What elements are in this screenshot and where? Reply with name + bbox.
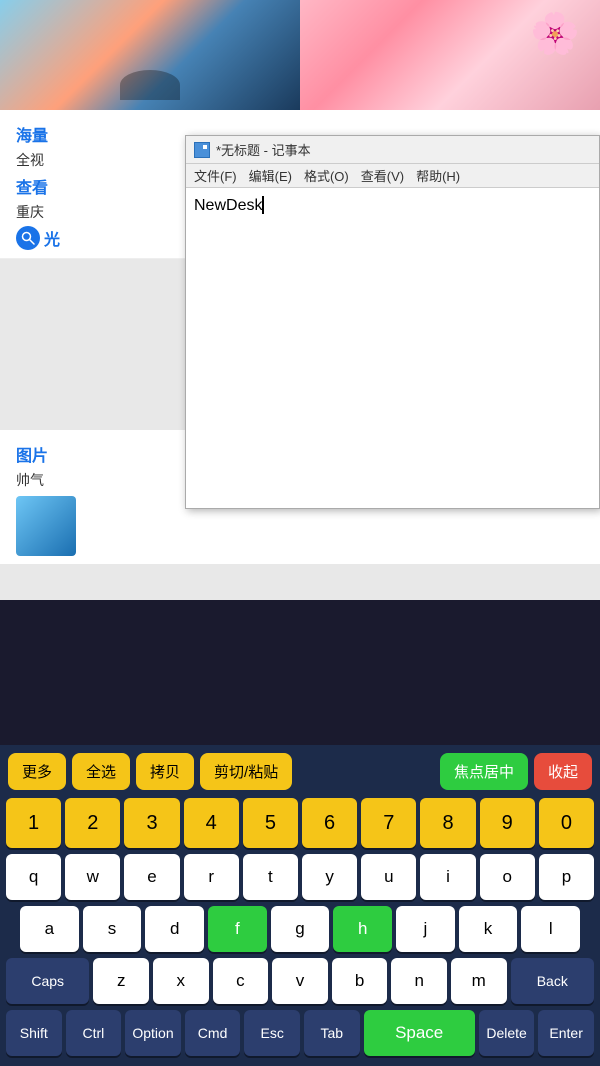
key-0[interactable]: 0: [539, 798, 594, 848]
key-a[interactable]: a: [20, 906, 79, 952]
notepad-app-icon: [194, 142, 210, 158]
key-tab[interactable]: Tab: [304, 1010, 360, 1056]
key-o[interactable]: o: [480, 854, 535, 900]
keyboard: 更多 全选 拷贝 剪切/粘贴 粘 焦点居中 收起 1 2 3 4 5 6 7 8…: [0, 745, 600, 1066]
notepad-text: NewDesk: [194, 197, 262, 214]
toolbar-select-all-button[interactable]: 全选: [72, 753, 130, 790]
key-d[interactable]: d: [145, 906, 204, 952]
search-icon: [16, 226, 40, 250]
key-3[interactable]: 3: [124, 798, 179, 848]
notepad-window: *无标题 - 记事本 文件(F) 编辑(E) 格式(O) 查看(V) 帮助(H)…: [185, 135, 600, 509]
notepad-titlebar: *无标题 - 记事本: [186, 136, 599, 164]
image-right: [300, 0, 600, 110]
key-caps[interactable]: Caps: [6, 958, 89, 1004]
key-w[interactable]: w: [65, 854, 120, 900]
key-x[interactable]: x: [153, 958, 209, 1004]
key-h[interactable]: h: [333, 906, 392, 952]
key-e[interactable]: e: [124, 854, 179, 900]
notepad-menubar: 文件(F) 编辑(E) 格式(O) 查看(V) 帮助(H): [186, 164, 599, 188]
menu-format[interactable]: 格式(O): [304, 166, 349, 185]
key-b[interactable]: b: [332, 958, 388, 1004]
key-ctrl[interactable]: Ctrl: [66, 1010, 122, 1056]
key-5[interactable]: 5: [243, 798, 298, 848]
text-cursor: [262, 196, 264, 214]
key-m[interactable]: m: [451, 958, 507, 1004]
key-6[interactable]: 6: [302, 798, 357, 848]
key-7[interactable]: 7: [361, 798, 416, 848]
toolbar-row: 更多 全选 拷贝 剪切/粘贴 粘 焦点居中 收起: [4, 753, 596, 790]
key-z[interactable]: z: [93, 958, 149, 1004]
toolbar-cut-paste-button[interactable]: 剪切/粘贴: [200, 753, 292, 790]
notepad-content[interactable]: NewDesk: [186, 188, 599, 508]
key-l[interactable]: l: [521, 906, 580, 952]
key-u[interactable]: u: [361, 854, 416, 900]
key-y[interactable]: y: [302, 854, 357, 900]
key-delete[interactable]: Delete: [479, 1010, 535, 1056]
key-4[interactable]: 4: [184, 798, 239, 848]
key-row-3: Caps z x c v b n m Back: [4, 958, 596, 1004]
key-n[interactable]: n: [391, 958, 447, 1004]
key-1[interactable]: 1: [6, 798, 61, 848]
number-row: 1 2 3 4 5 6 7 8 9 0: [4, 798, 596, 848]
key-8[interactable]: 8: [420, 798, 475, 848]
thumbnail: [16, 496, 76, 556]
image-strip: [0, 0, 600, 110]
key-k[interactable]: k: [459, 906, 518, 952]
key-row-bottom: Shift Ctrl Option Cmd Esc Tab Space Dele…: [4, 1010, 596, 1056]
key-v[interactable]: v: [272, 958, 328, 1004]
key-row-2: a s d f g h j k l: [4, 906, 596, 952]
toolbar-more-button[interactable]: 更多: [8, 753, 66, 790]
menu-view[interactable]: 查看(V): [361, 166, 404, 185]
key-p[interactable]: p: [539, 854, 594, 900]
key-esc[interactable]: Esc: [244, 1010, 300, 1056]
toolbar-dismiss-button[interactable]: 收起: [534, 753, 592, 790]
key-2[interactable]: 2: [65, 798, 120, 848]
web-search-label[interactable]: 光: [44, 226, 60, 250]
menu-file[interactable]: 文件(F): [194, 166, 237, 185]
key-q[interactable]: q: [6, 854, 61, 900]
key-c[interactable]: c: [213, 958, 269, 1004]
toolbar-focus-button[interactable]: 焦点居中: [440, 753, 528, 790]
key-shift[interactable]: Shift: [6, 1010, 62, 1056]
key-option[interactable]: Option: [125, 1010, 181, 1056]
menu-help[interactable]: 帮助(H): [416, 166, 460, 185]
image-left: [0, 0, 300, 110]
key-space[interactable]: Space: [364, 1010, 475, 1056]
key-back[interactable]: Back: [511, 958, 594, 1004]
key-enter[interactable]: Enter: [538, 1010, 594, 1056]
key-j[interactable]: j: [396, 906, 455, 952]
key-r[interactable]: r: [184, 854, 239, 900]
key-s[interactable]: s: [83, 906, 142, 952]
key-cmd[interactable]: Cmd: [185, 1010, 241, 1056]
key-g[interactable]: g: [271, 906, 330, 952]
key-t[interactable]: t: [243, 854, 298, 900]
menu-edit[interactable]: 编辑(E): [249, 166, 292, 185]
notepad-title: *无标题 - 记事本: [216, 140, 591, 159]
toolbar-copy-button[interactable]: 拷贝: [136, 753, 194, 790]
key-9[interactable]: 9: [480, 798, 535, 848]
key-row-1: q w e r t y u i o p: [4, 854, 596, 900]
key-i[interactable]: i: [420, 854, 475, 900]
key-f[interactable]: f: [208, 906, 267, 952]
